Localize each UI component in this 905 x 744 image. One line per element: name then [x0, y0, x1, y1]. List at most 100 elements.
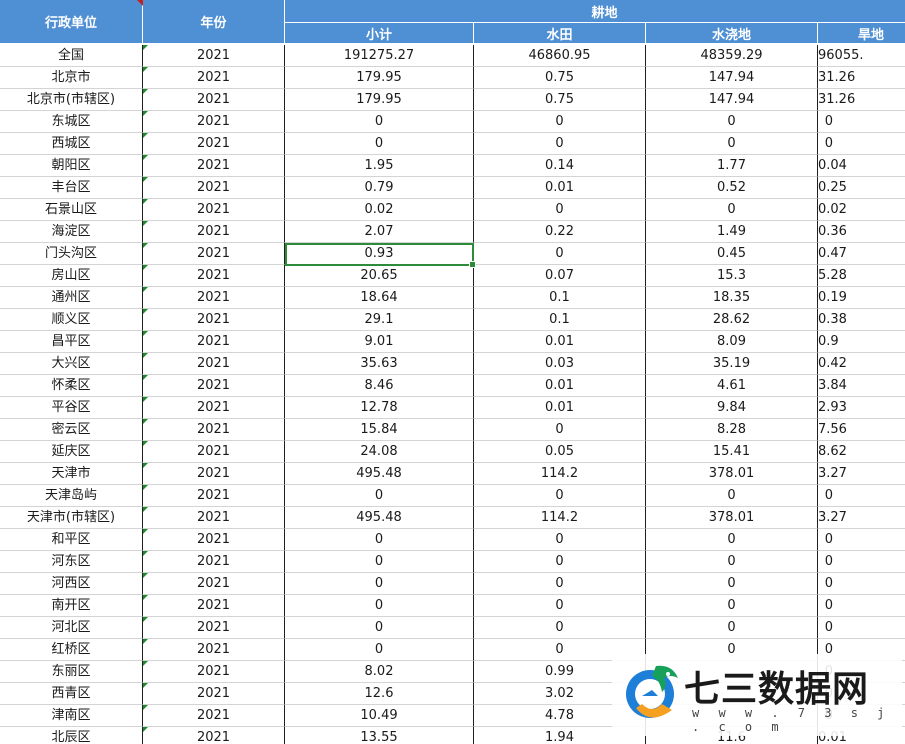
cell-year[interactable]: 2021: [143, 705, 285, 727]
cell-region[interactable]: 顺义区: [0, 309, 143, 331]
cell-irrigated[interactable]: 18.35: [646, 287, 818, 309]
cell-subtotal[interactable]: 8.02: [285, 661, 474, 683]
cell-year[interactable]: 2021: [143, 287, 285, 309]
cell-dry[interactable]: 3.84: [818, 375, 905, 397]
cell-subtotal[interactable]: 0: [285, 617, 474, 639]
cell-paddy[interactable]: 0: [474, 573, 646, 595]
cell-year[interactable]: 2021: [143, 353, 285, 375]
cell-paddy[interactable]: 0.07: [474, 265, 646, 287]
cell-subtotal[interactable]: 24.08: [285, 441, 474, 463]
cell-year[interactable]: 2021: [143, 441, 285, 463]
cell-region[interactable]: 河北区: [0, 617, 143, 639]
cell-dry[interactable]: 0: [818, 485, 905, 507]
cell-year[interactable]: 2021: [143, 45, 285, 67]
cell-region[interactable]: 昌平区: [0, 331, 143, 353]
cell-irrigated[interactable]: 35.19: [646, 353, 818, 375]
cell-irrigated[interactable]: 0: [646, 485, 818, 507]
cell-subtotal[interactable]: 8.46: [285, 375, 474, 397]
cell-region[interactable]: 河西区: [0, 573, 143, 595]
header-paddy[interactable]: 水田: [474, 23, 646, 44]
cell-irrigated[interactable]: 4.61: [646, 375, 818, 397]
cell-dry[interactable]: 0.38: [818, 309, 905, 331]
cell-paddy[interactable]: 0.03: [474, 353, 646, 375]
cell-subtotal[interactable]: 191275.27: [285, 45, 474, 67]
cell-subtotal[interactable]: 0: [285, 573, 474, 595]
cell-year[interactable]: 2021: [143, 177, 285, 199]
cell-dry[interactable]: 0.47: [818, 243, 905, 265]
cell-subtotal[interactable]: 0.93: [285, 243, 474, 265]
cell-irrigated[interactable]: 15.3: [646, 265, 818, 287]
cell-dry[interactable]: 31.26: [818, 89, 905, 111]
cell-subtotal[interactable]: 0: [285, 111, 474, 133]
cell-dry[interactable]: 3.27: [818, 507, 905, 529]
cell-region[interactable]: 房山区: [0, 265, 143, 287]
cell-irrigated[interactable]: 0.45: [646, 243, 818, 265]
cell-year[interactable]: 2021: [143, 89, 285, 111]
cell-dry[interactable]: 7.56: [818, 419, 905, 441]
cell-region[interactable]: 北辰区: [0, 727, 143, 744]
cell-dry[interactable]: 0.42: [818, 353, 905, 375]
cell-paddy[interactable]: 0.1: [474, 287, 646, 309]
cell-region[interactable]: 河东区: [0, 551, 143, 573]
cell-irrigated[interactable]: 0: [646, 617, 818, 639]
cell-irrigated[interactable]: 0: [646, 529, 818, 551]
cell-irrigated[interactable]: 28.62: [646, 309, 818, 331]
cell-dry[interactable]: 5.28: [818, 265, 905, 287]
cell-region[interactable]: 丰台区: [0, 177, 143, 199]
cell-year[interactable]: 2021: [143, 485, 285, 507]
cell-year[interactable]: 2021: [143, 661, 285, 683]
cell-region[interactable]: 北京市: [0, 67, 143, 89]
cell-year[interactable]: 2021: [143, 199, 285, 221]
cell-subtotal[interactable]: 10.49: [285, 705, 474, 727]
cell-region[interactable]: 东城区: [0, 111, 143, 133]
cell-region[interactable]: 通州区: [0, 287, 143, 309]
cell-region[interactable]: 西青区: [0, 683, 143, 705]
cell-paddy[interactable]: 114.2: [474, 463, 646, 485]
cell-irrigated[interactable]: 9.84: [646, 397, 818, 419]
cell-year[interactable]: 2021: [143, 529, 285, 551]
header-subtotal[interactable]: 小计: [285, 23, 474, 44]
cell-region[interactable]: 天津岛屿: [0, 485, 143, 507]
cell-irrigated[interactable]: 378.01: [646, 463, 818, 485]
cell-dry[interactable]: 2.93: [818, 397, 905, 419]
header-region[interactable]: 行政单位: [0, 0, 143, 44]
cell-year[interactable]: 2021: [143, 133, 285, 155]
cell-year[interactable]: 2021: [143, 243, 285, 265]
cell-region[interactable]: 津南区: [0, 705, 143, 727]
cell-irrigated[interactable]: 8.09: [646, 331, 818, 353]
cell-year[interactable]: 2021: [143, 155, 285, 177]
cell-paddy[interactable]: 0.05: [474, 441, 646, 463]
cell-paddy[interactable]: 0.01: [474, 177, 646, 199]
cell-region[interactable]: 密云区: [0, 419, 143, 441]
cell-region[interactable]: 西城区: [0, 133, 143, 155]
cell-subtotal[interactable]: 18.64: [285, 287, 474, 309]
cell-year[interactable]: 2021: [143, 331, 285, 353]
cell-subtotal[interactable]: 29.1: [285, 309, 474, 331]
cell-irrigated[interactable]: 1.77: [646, 155, 818, 177]
cell-irrigated[interactable]: 0: [646, 111, 818, 133]
cell-irrigated[interactable]: 0.52: [646, 177, 818, 199]
cell-dry[interactable]: 0.04: [818, 155, 905, 177]
cell-paddy[interactable]: 0: [474, 419, 646, 441]
cell-region[interactable]: 全国: [0, 45, 143, 67]
cell-dry[interactable]: 0: [818, 133, 905, 155]
cell-subtotal[interactable]: 0: [285, 485, 474, 507]
cell-paddy[interactable]: 0.01: [474, 375, 646, 397]
cell-paddy[interactable]: 0: [474, 485, 646, 507]
cell-year[interactable]: 2021: [143, 265, 285, 287]
cell-region[interactable]: 南开区: [0, 595, 143, 617]
cell-dry[interactable]: 0: [818, 595, 905, 617]
cell-paddy[interactable]: 0.14: [474, 155, 646, 177]
cell-year[interactable]: 2021: [143, 309, 285, 331]
cell-region[interactable]: 天津市: [0, 463, 143, 485]
cell-dry[interactable]: 0.25: [818, 177, 905, 199]
cell-irrigated[interactable]: 15.41: [646, 441, 818, 463]
cell-irrigated[interactable]: 8.28: [646, 419, 818, 441]
cell-dry[interactable]: 0.19: [818, 287, 905, 309]
cell-region[interactable]: 海淀区: [0, 221, 143, 243]
cell-subtotal[interactable]: 495.48: [285, 463, 474, 485]
cell-subtotal[interactable]: 0.79: [285, 177, 474, 199]
cell-year[interactable]: 2021: [143, 617, 285, 639]
cell-dry[interactable]: 0: [818, 573, 905, 595]
cell-subtotal[interactable]: 0: [285, 595, 474, 617]
